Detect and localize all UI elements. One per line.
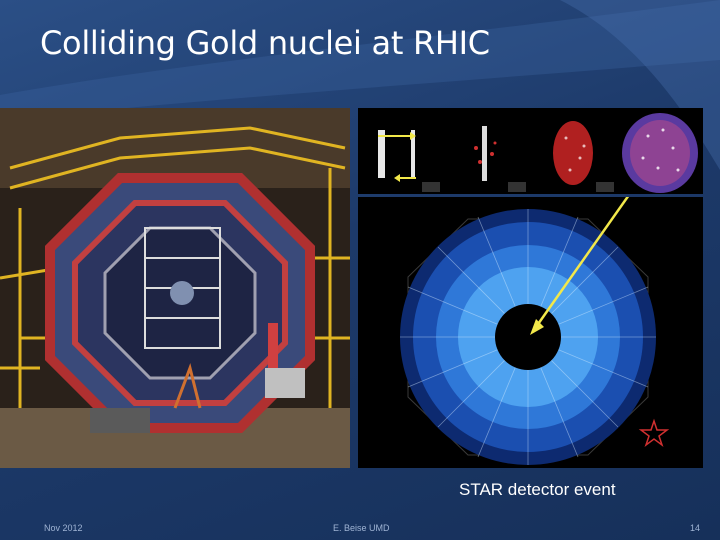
footer-date: Nov 2012 — [44, 523, 83, 533]
event-display-panel — [358, 184, 703, 468]
slide-number: 14 — [690, 523, 701, 533]
slide-title: Colliding Gold nuclei at RHIC — [40, 24, 490, 62]
event-caption: STAR detector event — [459, 480, 616, 499]
collision-sequence-panel — [358, 108, 703, 194]
footer-author: E. Beise UMD — [333, 523, 390, 533]
star-detector-photo — [0, 108, 350, 468]
